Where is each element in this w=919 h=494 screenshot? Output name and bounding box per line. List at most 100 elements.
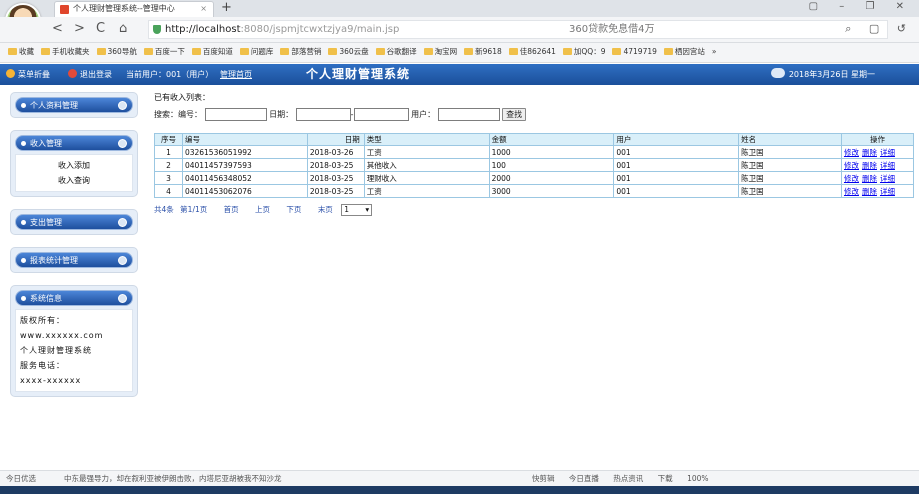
status-tool[interactable]: 快剪辑 [532, 474, 555, 483]
bookmark-item[interactable]: 360导航 [96, 43, 137, 61]
search-form: 搜索：编号： 日期： - 用户： 查找 [154, 107, 914, 127]
tab-close-icon[interactable]: × [200, 2, 207, 16]
bookmark-item[interactable]: 4719719 [612, 43, 657, 61]
cell-user: 001 [613, 184, 740, 198]
sidebar-panel-header[interactable]: 系统信息 [15, 290, 133, 306]
page-title: 已有收入列表： [154, 93, 210, 102]
page-select[interactable]: 1 ▾ [341, 204, 373, 216]
cell-type: 其他收入 [363, 158, 490, 172]
cell-amount: 1000 [488, 145, 615, 159]
pager-total: 共4条 [154, 205, 174, 214]
url-input[interactable]: http://localhost:8080/jspmjtcwxtzjya9/ma… [148, 20, 888, 39]
browser-tab[interactable]: 个人理财管理系统--管理中心 × [54, 1, 214, 17]
bookmark-item[interactable]: 360云盘 [328, 43, 369, 61]
app-header: 菜单折叠 退出登录 当前用户：001（用户） 管理首页 个人理财管理系统 201… [0, 64, 919, 85]
new-tab-button[interactable]: + [221, 0, 232, 16]
sidebar-item-income-query[interactable]: 收入查询 [20, 173, 128, 188]
cell-date: 2018-03-25 [306, 158, 365, 172]
folder-icon [143, 48, 153, 55]
search-date-to-input[interactable] [353, 108, 409, 121]
sidebar-panel-header[interactable]: 支出管理 [15, 214, 133, 230]
status-tool[interactable]: 热点资讯 [613, 474, 643, 483]
home-button[interactable]: ⌂ [119, 21, 127, 37]
reload-button[interactable]: C [96, 21, 105, 37]
header-date: 2018年3月26日 星期一 [770, 64, 875, 85]
bookmark-item[interactable]: 手机收藏夹 [41, 43, 90, 61]
sidebar-item-income-add[interactable]: 收入添加 [20, 158, 128, 173]
bookmark-item[interactable]: 百度一下 [143, 43, 185, 61]
bookmark-item[interactable]: 收藏 [8, 43, 34, 61]
detail-link[interactable]: 详细 [880, 161, 895, 170]
pager-last-link[interactable]: 末页 [318, 205, 333, 214]
edit-link[interactable]: 修改 [844, 161, 859, 170]
sidebar-panel-info: 系统信息 版权所有： www.xxxxxx.com 个人理财管理系统 服务电话：… [10, 285, 138, 397]
info-phone-label: 服务电话： [20, 361, 65, 370]
col-header: 类型 [363, 133, 490, 146]
detail-link[interactable]: 详细 [880, 174, 895, 183]
collapse-icon[interactable] [118, 294, 127, 303]
expand-icon[interactable] [118, 256, 127, 265]
pager-prev-link[interactable]: 上页 [255, 205, 270, 214]
search-date-from-input[interactable] [295, 108, 351, 121]
sidebar-panel-header[interactable]: 收入管理 [15, 135, 133, 151]
bookmarks-more[interactable]: » [712, 43, 717, 61]
cell-user: 001 [613, 145, 740, 159]
detail-link[interactable]: 详细 [880, 187, 895, 196]
search-code-input[interactable] [204, 108, 267, 121]
forward-button[interactable]: > [74, 21, 85, 37]
sidebar-panel-header[interactable]: 个人资料管理 [15, 97, 133, 113]
status-tool[interactable]: 下载 [658, 474, 673, 483]
admin-home-link[interactable]: 管理首页 [220, 64, 252, 85]
info-phone: xxxx-xxxxxx [20, 376, 82, 385]
pager-first-link[interactable]: 首页 [224, 205, 239, 214]
menu-collapse-link[interactable]: 菜单折叠 [6, 64, 50, 85]
delete-link[interactable]: 删除 [862, 187, 877, 196]
logout-link[interactable]: 退出登录 [68, 64, 112, 85]
delete-link[interactable]: 删除 [862, 148, 877, 157]
collapse-icon[interactable] [118, 139, 127, 148]
address-bar: < > C ⌂ http://localhost:8080/jspmjtcwxt… [0, 17, 919, 43]
bookmark-item[interactable]: 佳862641 [508, 43, 556, 61]
folder-icon [423, 48, 433, 55]
pager-next-link[interactable]: 下页 [286, 205, 301, 214]
info-copyright-label: 版权所有： [20, 316, 65, 325]
edit-link[interactable]: 修改 [844, 148, 859, 157]
browser-titlebar: 个人理财管理系统--管理中心 × + ▢ – ❐ ✕ [0, 0, 919, 17]
delete-link[interactable]: 删除 [862, 174, 877, 183]
bookmark-item[interactable]: 百度知道 [191, 43, 233, 61]
sidebar-panel-header[interactable]: 报表统计管理 [15, 252, 133, 268]
browser-tools[interactable]: ⌕ ▢ ↺ [845, 22, 913, 36]
edit-link[interactable]: 修改 [844, 174, 859, 183]
bookmark-item[interactable]: 加QQ：9 [562, 43, 605, 61]
delete-link[interactable]: 删除 [862, 161, 877, 170]
cloud-icon [770, 68, 785, 78]
bookmark-item[interactable]: 新9618 [464, 43, 502, 61]
bullet-icon [21, 141, 26, 146]
status-tool[interactable]: 今日直播 [569, 474, 599, 483]
cell-name: 陈卫国 [738, 171, 842, 185]
search-user-input[interactable] [437, 108, 500, 121]
cell-actions: 修改 删除 详细 [840, 184, 915, 198]
zoom-level[interactable]: 100% [687, 474, 708, 483]
window-controls[interactable]: ▢ – ❐ ✕ [809, 1, 913, 12]
status-deals[interactable]: 今日优选 [6, 471, 36, 486]
status-news[interactable]: 中东最强导力，却在叙利亚被伊朗击败，内塔尼亚胡被我不知沙龙 [64, 471, 282, 486]
url-ad-text[interactable]: 360贷款免息借4万 [569, 21, 654, 38]
expand-icon[interactable] [118, 101, 127, 110]
detail-link[interactable]: 详细 [880, 148, 895, 157]
edit-link[interactable]: 修改 [844, 187, 859, 196]
sidebar-panel-expense: 支出管理 [10, 209, 138, 235]
table-header-row: 序号 编号 日期 类型 金额 用户 姓名 操作 [154, 133, 915, 146]
bookmark-item[interactable]: 淘宝网 [423, 43, 457, 61]
bookmark-item[interactable]: 部落营销 [280, 43, 321, 61]
expand-icon[interactable] [118, 218, 127, 227]
cell-code: 03261536051992 [181, 145, 308, 159]
bookmark-item[interactable]: 问题库 [239, 43, 273, 61]
bookmark-item[interactable]: 谷歌翻译 [375, 43, 417, 61]
col-header: 姓名 [738, 133, 842, 146]
search-button[interactable]: 查找 [502, 108, 527, 121]
col-header: 金额 [488, 133, 615, 146]
back-button[interactable]: < [52, 21, 63, 37]
bookmark-item[interactable]: 栖因宫站 [663, 43, 705, 61]
main-content: 已有收入列表： 搜索：编号： 日期： - 用户： 查找 序号 编号 日期 类型 … [154, 92, 915, 216]
